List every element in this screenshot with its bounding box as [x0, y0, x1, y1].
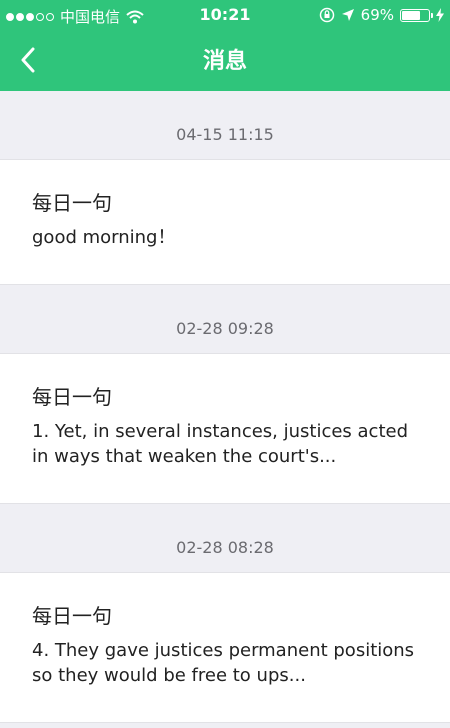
message-body: 1. Yet, in several instances, justices a… [32, 421, 409, 467]
app-header: 中国电信 10:21 69% 消息 [0, 0, 450, 91]
status-bar: 中国电信 10:21 69% [0, 0, 450, 32]
message-timestamp: 04-15 11:15 [176, 125, 274, 144]
orientation-lock-icon [319, 7, 334, 23]
message-card[interactable]: 每日一句 1. Yet, in several instances, justi… [0, 353, 450, 504]
location-arrow-icon [341, 9, 354, 21]
page-title: 消息 [202, 49, 247, 74]
status-right: 69% [319, 6, 444, 24]
message-title: 每日一句 [32, 385, 112, 409]
message-body: 4. They gave justices permanent position… [32, 640, 415, 686]
message-timestamp: 02-28 09:28 [176, 319, 274, 338]
message-title: 每日一句 [32, 604, 112, 628]
charging-bolt-icon [436, 8, 444, 22]
navigation-bar: 消息 [0, 32, 450, 86]
message-list: 04-15 11:15 每日一句 good morning！ 02-28 09:… [0, 91, 450, 723]
message-title: 每日一句 [32, 191, 112, 215]
battery-percent: 69% [360, 6, 394, 24]
battery-icon [400, 8, 433, 22]
message-card[interactable]: 每日一句 good morning！ [0, 159, 450, 285]
message-body: good morning！ [32, 227, 176, 248]
battery-level [402, 10, 420, 20]
message-card[interactable]: 每日一句 4. They gave justices permanent pos… [0, 572, 450, 723]
message-timestamp: 02-28 08:28 [176, 538, 274, 557]
